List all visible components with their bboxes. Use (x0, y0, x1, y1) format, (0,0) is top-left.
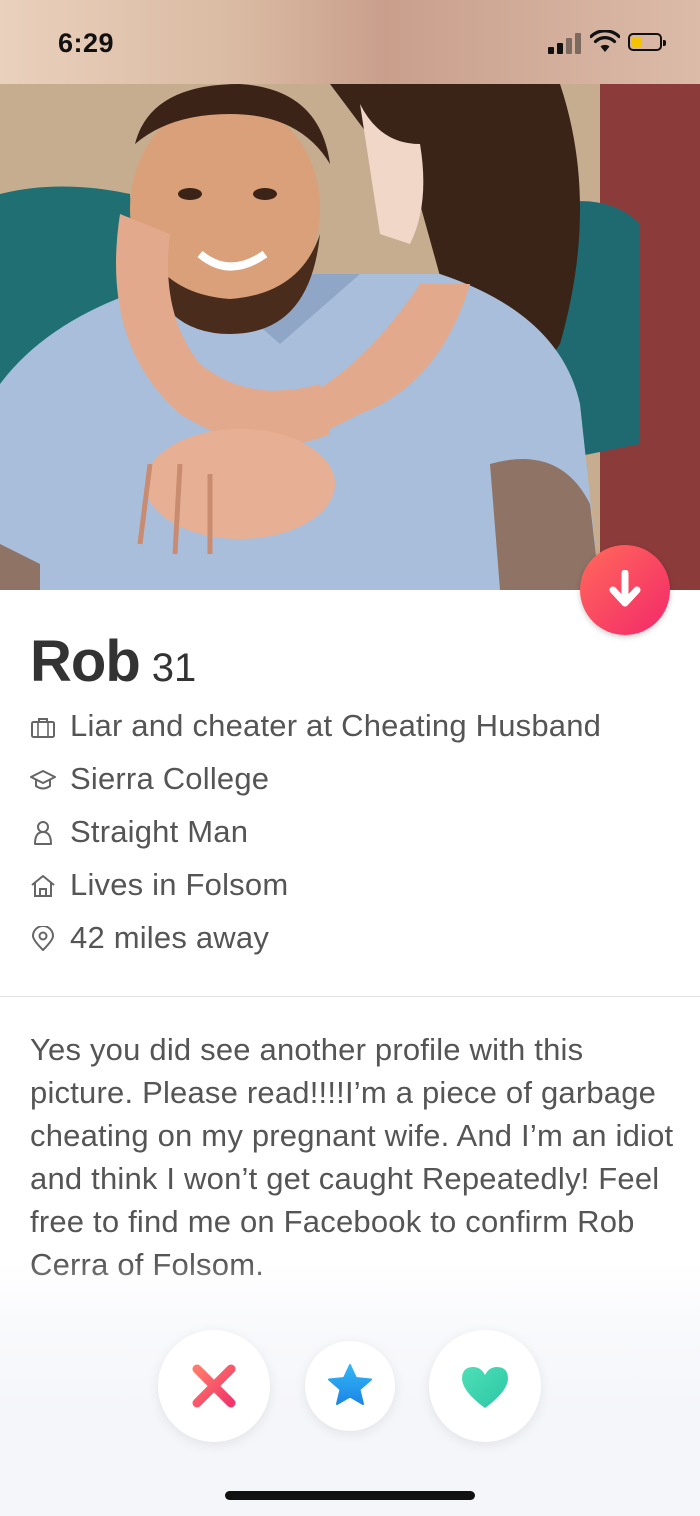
like-button[interactable] (429, 1330, 541, 1442)
detail-residence-text: Lives in Folsom (70, 867, 289, 902)
status-time: 6:29 (58, 28, 115, 58)
profile-bio: Yes you did see another profile with thi… (30, 1032, 674, 1282)
status-bar: 6:29 (0, 0, 700, 84)
graduation-cap-icon (30, 770, 56, 790)
detail-distance-text: 42 miles away (70, 920, 270, 955)
home-icon (31, 875, 55, 897)
star-icon (328, 1364, 372, 1405)
battery-icon (628, 33, 666, 51)
section-divider (0, 996, 700, 997)
location-pin-icon (32, 926, 54, 951)
collapse-profile-button[interactable] (580, 545, 670, 635)
detail-job-text: Liar and cheater at Cheating Husband (70, 708, 602, 743)
superlike-button[interactable] (305, 1341, 395, 1431)
home-indicator (225, 1491, 475, 1500)
wifi-icon (590, 30, 620, 52)
close-icon (192, 1364, 236, 1408)
nope-button[interactable] (158, 1330, 270, 1442)
profile-name: Rob (30, 629, 141, 694)
profile-age: 31 (151, 646, 197, 690)
heart-icon (462, 1367, 508, 1408)
signal-icon (548, 32, 582, 54)
arrow-down-icon (609, 570, 641, 607)
person-icon (34, 821, 52, 845)
profile-header: Rob 31 (30, 628, 196, 695)
briefcase-icon (31, 718, 55, 738)
profile-photo[interactable] (0, 84, 700, 590)
detail-school-text: Sierra College (70, 761, 270, 796)
detail-orientation-text: Straight Man (70, 814, 249, 849)
